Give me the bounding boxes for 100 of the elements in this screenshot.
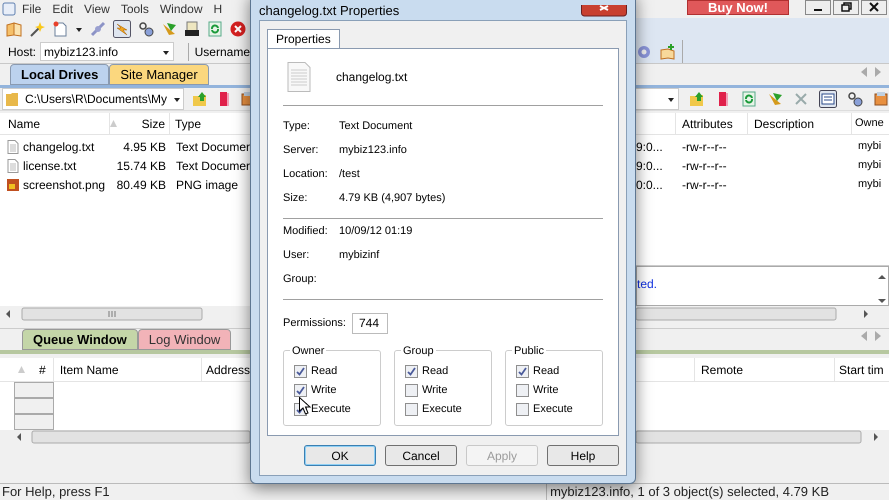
tab[interactable]: Properties [267, 29, 340, 48]
close-icon[interactable] [861, 0, 887, 15]
checkbox[interactable] [516, 403, 529, 416]
refresh-icon[interactable] [741, 91, 757, 107]
book-add-icon[interactable] [660, 44, 676, 60]
field-label: Location: [283, 166, 329, 182]
caret-icon[interactable] [173, 96, 182, 102]
permissions-field[interactable]: 744 [352, 312, 388, 334]
document-icon[interactable] [52, 21, 68, 37]
file-name[interactable]: changelog.txt [23, 138, 94, 156]
checkbox[interactable] [516, 384, 529, 397]
path-field[interactable]: C:\Users\R\Documents\My [2, 88, 184, 110]
log-text: ted. [637, 276, 658, 293]
checkbox-label[interactable]: Write [311, 382, 336, 399]
file-size: 15.74 KB [116, 158, 167, 174]
column-header[interactable]: Type [170, 114, 202, 132]
column-header[interactable]: Attributes [676, 113, 748, 134]
checkbox-label[interactable]: Read [311, 363, 338, 380]
minimize-icon[interactable] [805, 0, 831, 15]
lightning-icon[interactable] [113, 20, 131, 38]
tab[interactable]: Log Window [138, 329, 232, 350]
checkbox[interactable] [516, 365, 529, 378]
caret-icon[interactable] [162, 48, 170, 54]
file-size: 80.49 KB [116, 176, 167, 194]
caret-icon[interactable] [75, 26, 83, 32]
file-type: Text Documer [174, 138, 250, 156]
menu-item[interactable]: View [79, 0, 115, 18]
gear-icon[interactable] [636, 44, 652, 60]
host-field[interactable]: mybiz123.info [40, 42, 174, 61]
column-header[interactable]: # [39, 360, 53, 378]
field-value: /test [339, 166, 360, 182]
group-title: Group [401, 343, 436, 360]
checkbox-label[interactable]: Execute [422, 401, 462, 418]
wand-icon[interactable] [29, 21, 45, 37]
column-header[interactable]: Item Name [52, 358, 201, 381]
folder-up-icon[interactable] [689, 91, 705, 107]
table-cell-text: 9:0... [636, 138, 664, 156]
table-cell-text: 9:0... [636, 158, 664, 174]
menu-item[interactable]: Window [154, 0, 208, 18]
buy-now-button[interactable]: Buy Now! [687, 0, 789, 15]
delete-icon[interactable] [793, 91, 809, 107]
text-file-icon [287, 62, 311, 92]
stop-icon[interactable] [230, 21, 246, 37]
checkbox[interactable] [294, 384, 307, 397]
file-name[interactable]: screenshot.png [23, 176, 106, 194]
checkbox-label[interactable]: Execute [311, 401, 351, 418]
table-cell-text: mybi [857, 158, 882, 174]
field-value: 10/09/12 01:19 [339, 224, 412, 239]
menu-item[interactable]: Tools [116, 0, 154, 18]
path-field[interactable] [636, 88, 679, 110]
sort-icon [110, 120, 117, 127]
dialog-button[interactable]: Cancel [385, 445, 457, 466]
file-size: 4.95 KB [122, 138, 167, 156]
dialog-button[interactable]: Help [547, 445, 619, 466]
table-cell-text: mybi [857, 139, 882, 154]
table-cell-text: -rw-r--r-- [681, 158, 728, 174]
folder-up-icon[interactable] [192, 91, 208, 107]
tab[interactable]: Local Drives [10, 64, 110, 85]
checkbox-label[interactable]: Write [533, 382, 558, 399]
tab[interactable]: Site Manager [109, 64, 209, 85]
file-name: changelog.txt [336, 69, 408, 86]
column-header[interactable]: Remote [694, 358, 834, 381]
mouse-pointer-icon [299, 397, 311, 415]
field-label: Size: [283, 190, 308, 206]
column-header[interactable]: Size [142, 114, 165, 132]
column-header[interactable]: Name [0, 113, 110, 134]
file-type: Text Documer [174, 158, 250, 174]
checkbox[interactable] [405, 365, 418, 378]
column-header[interactable]: Description [748, 113, 852, 134]
refresh-icon[interactable] [207, 21, 223, 37]
scrollbar-icon[interactable] [876, 275, 888, 305]
dialog-button[interactable]: OK [304, 445, 376, 466]
box-icon[interactable] [873, 91, 889, 107]
field-value: mybiz123.info [339, 142, 407, 158]
check-icon [296, 386, 305, 395]
checkbox-label[interactable]: Read [533, 363, 560, 380]
table-cell-text: mybi [857, 177, 882, 192]
menu-item[interactable]: Edit [47, 0, 78, 18]
checkbox[interactable] [405, 403, 418, 416]
field-label: Server: [283, 142, 320, 158]
checkbox[interactable] [294, 365, 307, 378]
check-icon [296, 367, 305, 376]
checkbox-label[interactable]: Execute [533, 401, 573, 418]
checkbox-label[interactable]: Read [422, 363, 448, 380]
menu-item[interactable]: File [17, 0, 46, 18]
checkbox[interactable] [405, 384, 418, 397]
column-header[interactable]: Start tim [834, 358, 884, 381]
dialog-title: changelog.txt Properties [259, 2, 400, 20]
menu-item[interactable]: H [208, 0, 228, 18]
list-view-icon[interactable] [819, 90, 837, 108]
tab[interactable]: Queue Window [22, 329, 138, 350]
field-label: Modified: [283, 224, 329, 239]
checkbox-label[interactable]: Write [422, 382, 448, 399]
close-icon[interactable] [581, 4, 627, 16]
text-file-icon [6, 140, 20, 154]
restore-icon[interactable] [833, 0, 859, 15]
column-header[interactable]: Owne [852, 113, 884, 134]
file-name[interactable]: license.txt [23, 156, 76, 174]
check-icon [407, 367, 416, 376]
caret-icon[interactable] [667, 96, 675, 102]
